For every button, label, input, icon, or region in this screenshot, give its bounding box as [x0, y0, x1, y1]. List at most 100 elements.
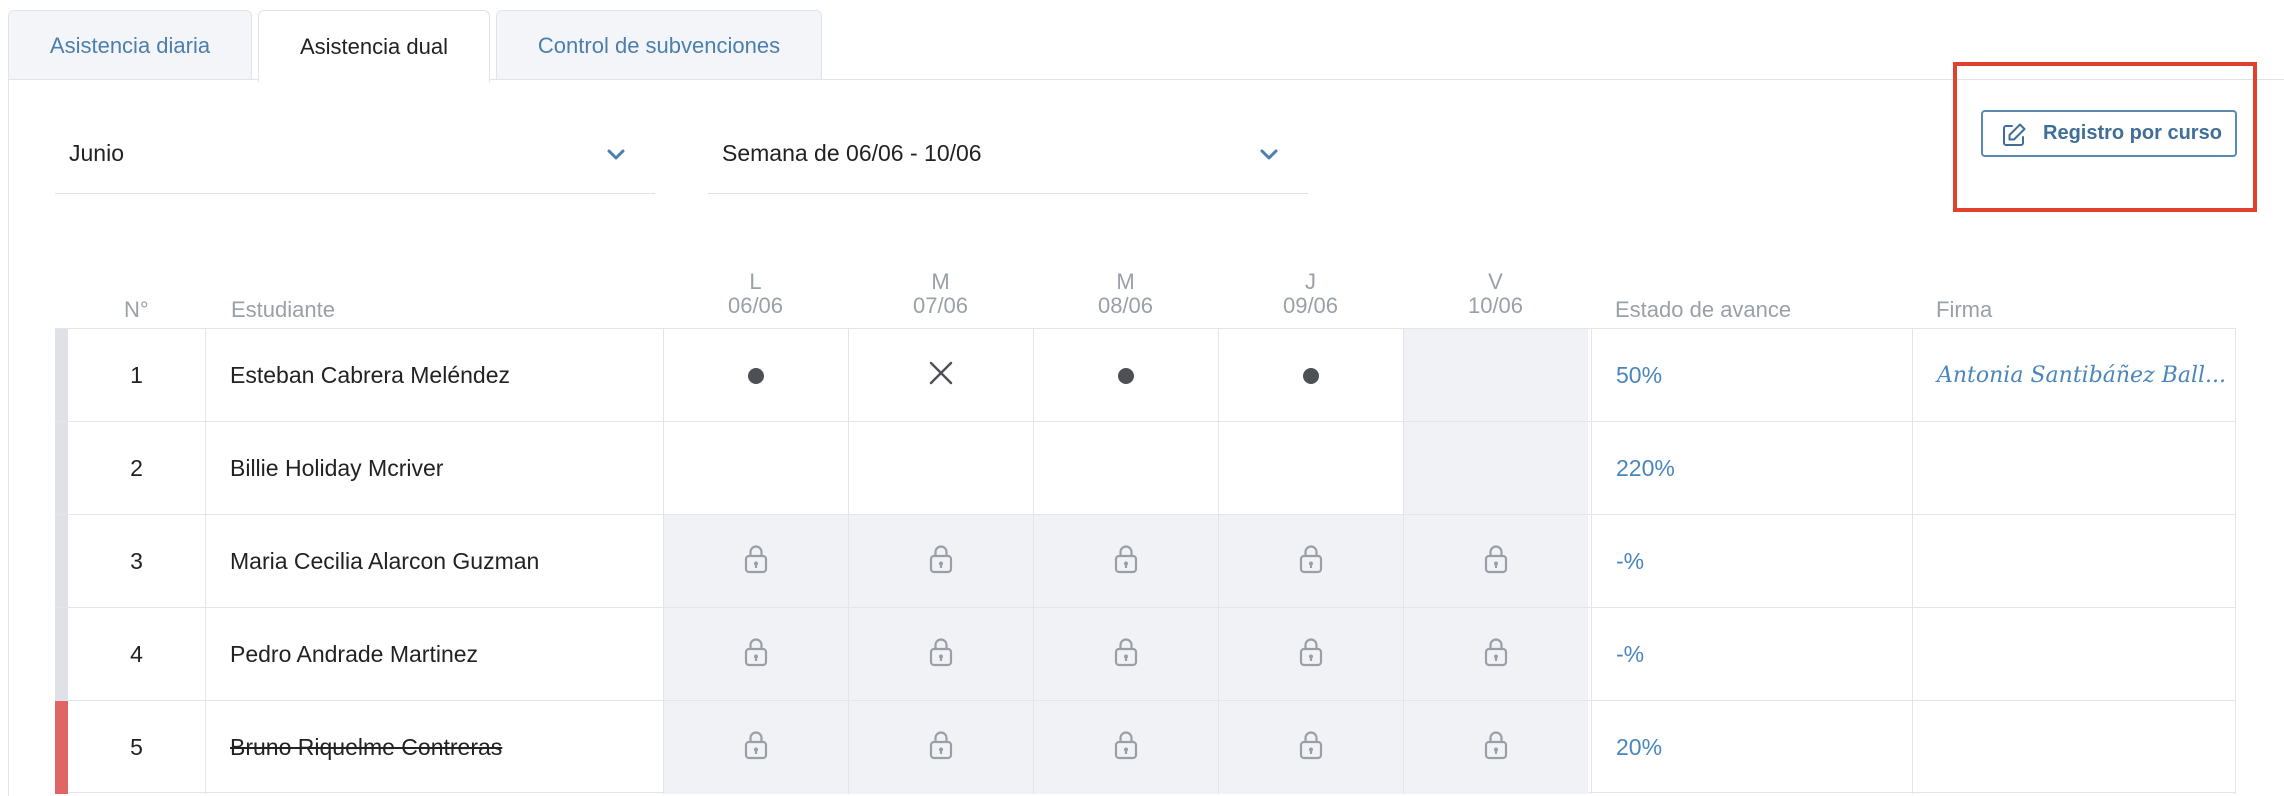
progress-value[interactable]: 50%	[1591, 329, 1912, 422]
signature-cell	[1912, 515, 2236, 608]
progress-value[interactable]: -%	[1591, 608, 1912, 701]
header-day-4: J 09/06	[1218, 270, 1403, 318]
lock-icon	[928, 637, 954, 673]
table-row[interactable]: 4 Pedro Andrade Martinez -%	[55, 607, 2236, 701]
attendance-cell[interactable]	[663, 329, 848, 422]
student-name: Bruno Riquelme Contreras	[205, 701, 663, 794]
student-name: Billie Holiday Mcriver	[205, 422, 663, 515]
tab-bar: Asistencia diaria Asistencia dual Contro…	[8, 10, 828, 82]
attendance-cell[interactable]	[848, 329, 1033, 422]
lock-icon	[743, 544, 769, 580]
row-status-strip	[55, 329, 68, 422]
attendance-cell	[848, 608, 1033, 701]
lock-icon	[928, 730, 954, 766]
header-day-1: L 06/06	[663, 270, 848, 318]
lock-icon	[1483, 637, 1509, 673]
row-number: 2	[130, 455, 143, 481]
header-student: Estudiante	[231, 297, 335, 322]
table-row[interactable]: 2 Billie Holiday Mcriver 220%	[55, 421, 2236, 515]
lock-icon	[1113, 637, 1139, 673]
present-dot-icon	[748, 367, 764, 384]
header-day-letter: V	[1488, 269, 1503, 294]
header-day-letter: M	[931, 269, 950, 294]
lock-icon	[1298, 637, 1324, 673]
lock-icon	[928, 544, 954, 580]
header-day-letter: L	[749, 269, 762, 294]
row-number: 4	[130, 641, 143, 667]
attendance-cell	[663, 515, 848, 608]
lock-icon	[1483, 730, 1509, 766]
table-row[interactable]: 3 Maria Cecilia Alarcon Guzman -%	[55, 514, 2236, 608]
row-number: 5	[130, 734, 143, 760]
attendance-cell	[1403, 701, 1588, 794]
lock-icon	[743, 637, 769, 673]
attendance-cell[interactable]	[1403, 329, 1588, 422]
student-name: Maria Cecilia Alarcon Guzman	[205, 515, 663, 608]
header-progress: Estado de avance	[1615, 297, 1792, 322]
attendance-cell[interactable]	[1403, 422, 1588, 515]
attendance-cell	[663, 608, 848, 701]
row-number: 3	[130, 548, 143, 574]
attendance-cell	[1218, 608, 1403, 701]
attendance-cell	[1403, 608, 1588, 701]
month-select[interactable]: Junio	[55, 114, 655, 194]
registro-por-curso-button[interactable]: Registro por curso	[1981, 110, 2237, 157]
attendance-cell[interactable]	[848, 422, 1033, 515]
table-row[interactable]: 1 Esteban Cabrera Meléndez 50% Antonia Sant…	[55, 328, 2236, 422]
lock-icon	[1483, 544, 1509, 580]
row-status-strip	[55, 701, 68, 794]
attendance-cell	[1403, 515, 1588, 608]
present-dot-icon	[1118, 367, 1134, 384]
attendance-cell[interactable]	[1033, 329, 1218, 422]
edit-icon	[2003, 123, 2026, 146]
progress-value[interactable]: -%	[1591, 515, 1912, 608]
lock-icon	[743, 730, 769, 766]
chevron-down-icon	[607, 149, 625, 160]
attendance-cell	[848, 701, 1033, 794]
registro-por-curso-label: Registro por curso	[2043, 122, 2222, 144]
attendance-cell[interactable]	[1033, 422, 1218, 515]
lock-icon	[1113, 730, 1139, 766]
header-day-date: 07/06	[912, 293, 969, 318]
row-number: 1	[130, 362, 143, 388]
header-day-2: M 07/06	[848, 270, 1033, 318]
header-day-letter: M	[1116, 269, 1135, 294]
row-status-strip	[55, 515, 68, 608]
month-select-value: Junio	[69, 140, 124, 166]
tab-control-subvenciones[interactable]: Control de subvenciones	[496, 10, 822, 80]
attendance-cell	[1218, 515, 1403, 608]
chevron-down-icon	[1260, 149, 1278, 160]
attendance-cell[interactable]	[663, 422, 848, 515]
week-select-value: Semana de 06/06 - 10/06	[722, 140, 982, 166]
header-number: N°	[124, 297, 149, 322]
student-name: Esteban Cabrera Meléndez	[205, 329, 663, 422]
signature-cell: Antonia Santibáñez Ball...	[1912, 329, 2236, 422]
absent-x-icon	[928, 360, 954, 392]
row-status-strip	[55, 422, 68, 515]
header-day-date: 10/06	[1467, 293, 1524, 318]
lock-icon	[1298, 544, 1324, 580]
attendance-cell	[1033, 608, 1218, 701]
week-select[interactable]: Semana de 06/06 - 10/06	[708, 114, 1308, 194]
attendance-cell	[1033, 515, 1218, 608]
header-day-letter: J	[1305, 269, 1316, 294]
progress-value[interactable]: 220%	[1591, 422, 1912, 515]
header-day-date: 08/06	[1097, 293, 1154, 318]
signature-cell	[1912, 701, 2236, 794]
lock-icon	[1298, 730, 1324, 766]
progress-value[interactable]: 20%	[1591, 701, 1912, 794]
attendance-cell	[1218, 701, 1403, 794]
lock-icon	[1113, 544, 1139, 580]
tab-asistencia-dual[interactable]: Asistencia dual	[258, 10, 490, 82]
attendance-cell[interactable]	[1218, 329, 1403, 422]
header-signature: Firma	[1936, 297, 1993, 322]
attendance-cell[interactable]	[1218, 422, 1403, 515]
header-day-3: M 08/06	[1033, 270, 1218, 318]
signature-cell	[1912, 422, 2236, 515]
table-row[interactable]: 5 Bruno Riquelme Contreras 20%	[55, 700, 2236, 794]
present-dot-icon	[1303, 367, 1319, 384]
attendance-cell	[848, 515, 1033, 608]
header-day-date: 06/06	[727, 293, 784, 318]
tab-asistencia-diaria[interactable]: Asistencia diaria	[8, 10, 252, 80]
signature-cell	[1912, 608, 2236, 701]
